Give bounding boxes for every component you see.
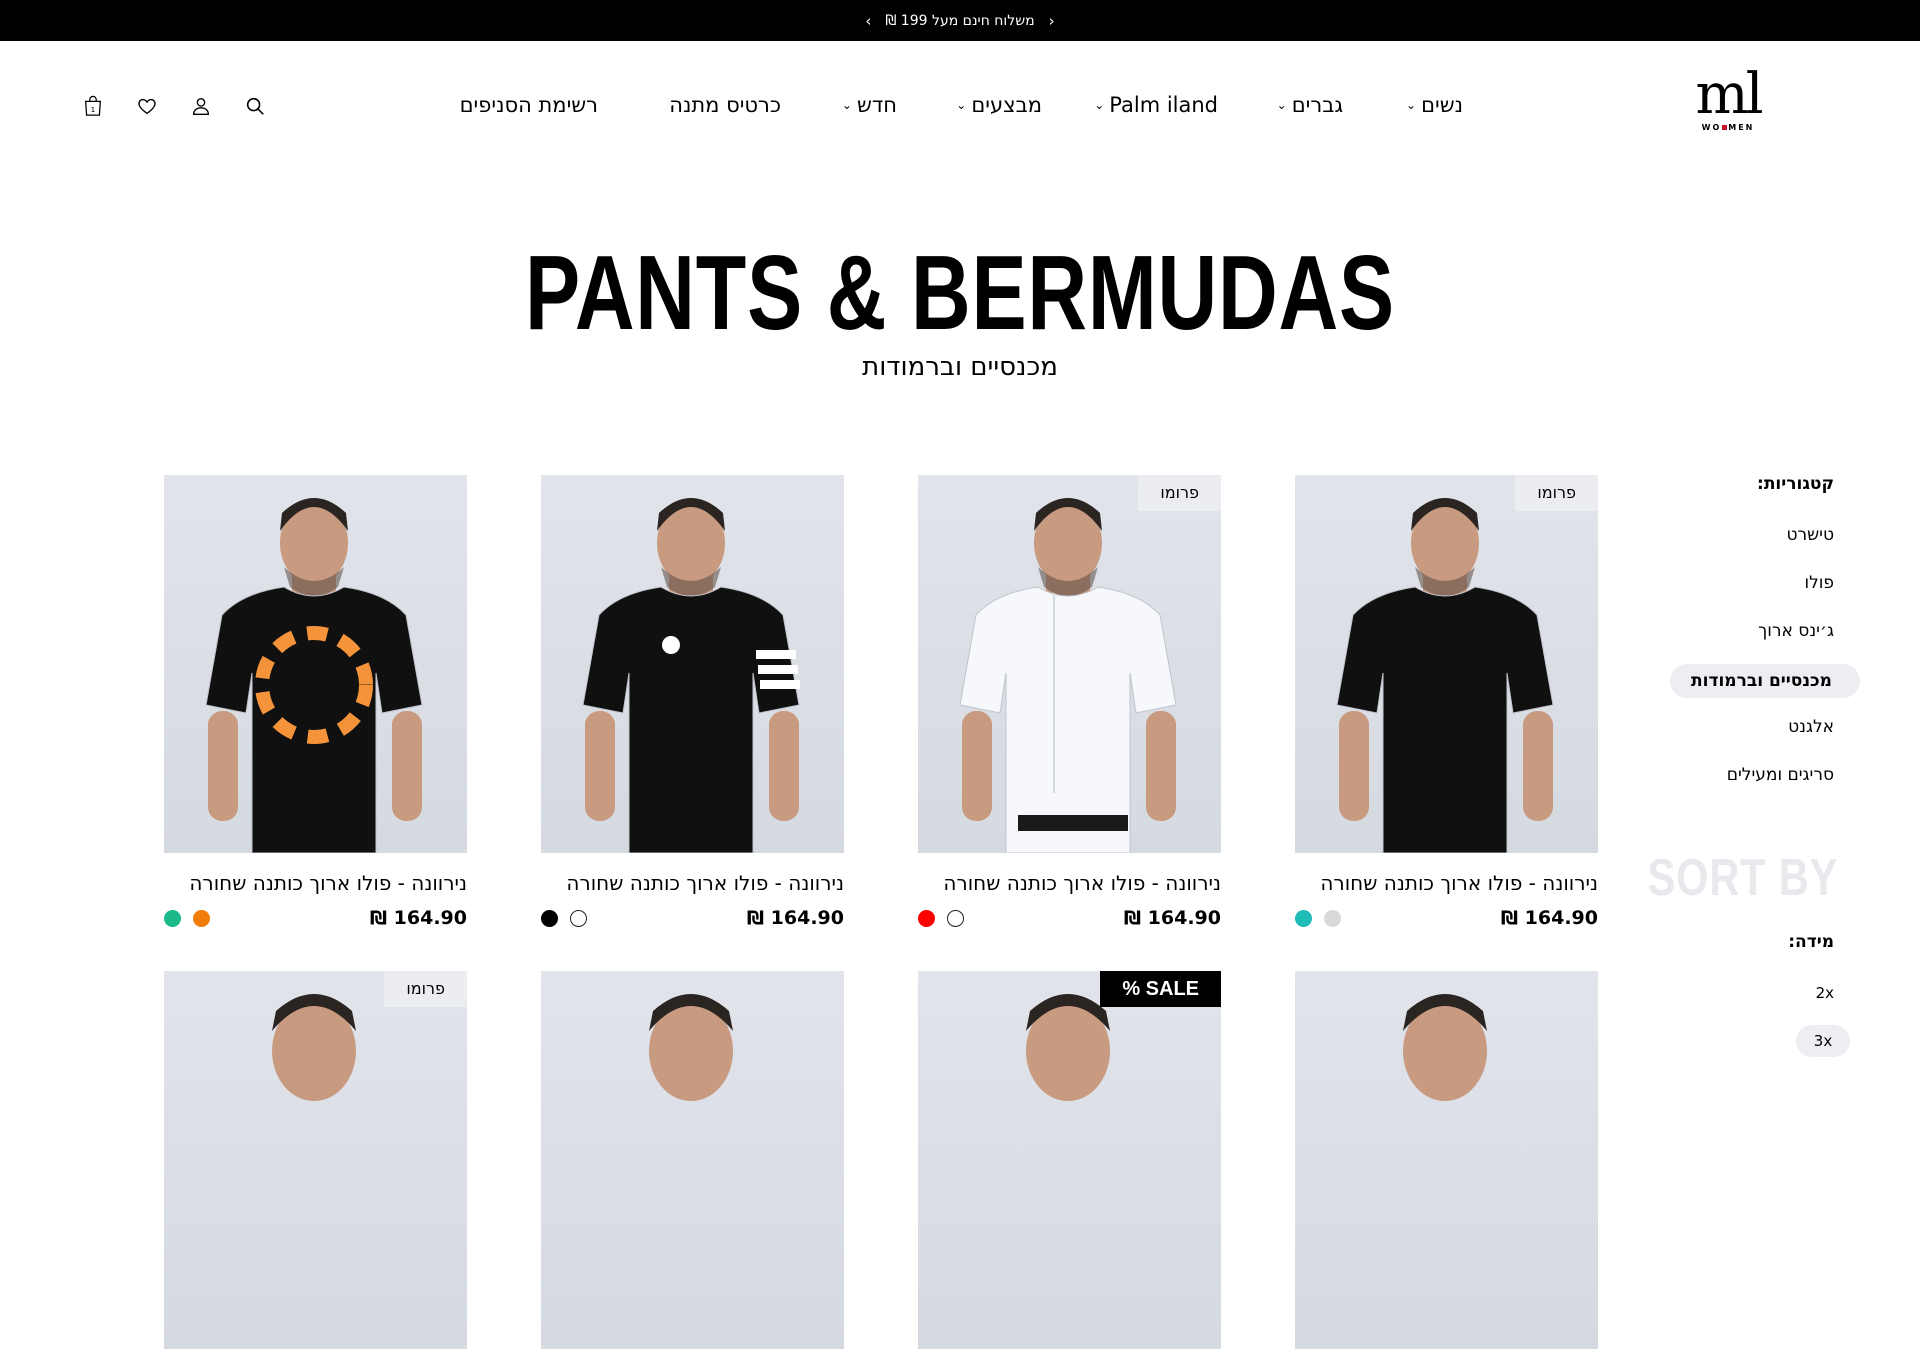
promo-badge: פרומו — [384, 971, 467, 1007]
product-meta: 164.90 ₪ — [541, 907, 844, 931]
product-card[interactable]: נירוונה - פולו ארוך כותנה שחורה 164.90 ₪ — [541, 475, 844, 931]
chevron-down-icon: ⌄ — [956, 98, 967, 112]
user-icon[interactable] — [190, 95, 212, 117]
promo-badge: פרומו — [1515, 475, 1598, 511]
nav-item-palm-iland[interactable]: Palm iland ⌄ — [1094, 93, 1218, 117]
product-name[interactable]: נירוונה - פולו ארוך כותנה שחורה — [918, 871, 1221, 895]
announcement-bar: ‹ משלוח חינם מעל 199 ₪ › — [0, 0, 1920, 41]
nav-label: Palm iland — [1109, 93, 1218, 117]
logo-main: ml — [1695, 62, 1763, 127]
product-meta: 164.90 ₪ — [1295, 907, 1598, 931]
logo[interactable]: ml WO MEN — [1690, 62, 1766, 139]
chevron-down-icon: ⌄ — [1094, 98, 1105, 112]
cart-count: 1 — [91, 105, 96, 114]
product-image[interactable]: פרומו — [918, 475, 1221, 853]
header-icons: 1 — [82, 95, 266, 117]
model-photo — [272, 994, 356, 1101]
product-card[interactable] — [1295, 971, 1598, 1349]
page-title: PANTS & BERMUDAS — [525, 234, 1395, 352]
nav-label: חדש — [856, 93, 897, 117]
product-card[interactable] — [541, 971, 844, 1349]
product-name[interactable]: נירוונה - פולו ארוך כותנה שחורה — [164, 871, 467, 895]
color-swatch[interactable] — [947, 910, 964, 927]
product-card[interactable]: SALE % — [918, 971, 1221, 1349]
announcement-text: משלוח חינם מעל 199 ₪ — [885, 12, 1035, 29]
shopping-bag-icon[interactable]: 1 — [82, 95, 104, 117]
product-price: 164.90 ₪ — [1500, 907, 1598, 929]
nav-label: גברים — [1291, 93, 1343, 117]
nav-item-men[interactable]: גברים ⌄ — [1277, 93, 1343, 117]
product-image[interactable]: SALE % — [918, 971, 1221, 1349]
color-swatch[interactable] — [570, 910, 587, 927]
promo-badge: פרומו — [1138, 475, 1221, 511]
model-photo — [582, 498, 800, 853]
product-image[interactable] — [541, 475, 844, 853]
chevron-down-icon: ⌄ — [1276, 98, 1287, 112]
size-option[interactable]: 2x — [1816, 984, 1834, 1002]
product-card[interactable]: נירוונה - פולו ארוך כותנה שחורה 164.90 ₪ — [164, 475, 467, 931]
product-image[interactable] — [541, 971, 844, 1349]
nav-label: מבצעים — [971, 93, 1042, 117]
model-photo — [1026, 994, 1110, 1101]
nav-label: רשימת הסניפים — [459, 93, 598, 117]
nav-item-women[interactable]: נשים ⌄ — [1406, 93, 1463, 117]
search-icon[interactable] — [244, 95, 266, 117]
color-swatch[interactable] — [918, 910, 935, 927]
product-price: 164.90 ₪ — [746, 907, 844, 929]
nav-label: כרטיס מתנה — [669, 93, 781, 117]
product-image[interactable] — [1295, 971, 1598, 1349]
product-image[interactable]: פרומו — [164, 971, 467, 1349]
color-swatches — [918, 910, 964, 927]
color-swatches — [1295, 910, 1341, 927]
category-item[interactable]: טישרט — [1787, 525, 1835, 545]
product-card[interactable]: פרומו נירוונה - פולו ארוך כותנה שחורה 164.… — [1295, 475, 1598, 931]
product-card[interactable]: פרומו נירוונה - פולו ארוך כותנה שחורה 164.… — [918, 475, 1221, 931]
color-swatches — [164, 910, 210, 927]
chevron-down-icon: ⌄ — [841, 98, 852, 112]
size-heading: מידה: — [1788, 932, 1834, 952]
model-photo — [1336, 498, 1554, 853]
site-header: ml WO MEN נשים ⌄ גברים ⌄ Palm iland ⌄ מבצעים… — [0, 41, 1920, 175]
sale-badge: SALE % — [1100, 971, 1221, 1007]
category-item[interactable]: אלגנט — [1788, 717, 1834, 737]
color-swatch[interactable] — [541, 910, 558, 927]
nav-item-gift-card[interactable]: כרטיס מתנה — [669, 93, 781, 117]
product-price: 164.90 ₪ — [369, 907, 467, 929]
color-swatch[interactable] — [1324, 910, 1341, 927]
color-swatches — [541, 910, 587, 927]
product-card[interactable]: פרומו — [164, 971, 467, 1349]
nav-label: נשים — [1421, 93, 1463, 117]
model-photo — [649, 994, 733, 1101]
sort-by-heading[interactable]: SORT BY — [1647, 848, 1838, 908]
product-name[interactable]: נירוונה - פולו ארוך כותנה שחורה — [541, 871, 844, 895]
product-name[interactable]: נירוונה - פולו ארוך כותנה שחורה — [1295, 871, 1598, 895]
heart-icon[interactable] — [136, 95, 158, 117]
color-swatch[interactable] — [1295, 910, 1312, 927]
size-option-active[interactable]: 3x — [1796, 1025, 1850, 1057]
product-meta: 164.90 ₪ — [918, 907, 1221, 931]
categories-heading: קטגוריות: — [1757, 474, 1834, 494]
product-image[interactable] — [164, 475, 467, 853]
chevron-right-icon[interactable]: › — [1049, 12, 1055, 30]
nav-item-sales[interactable]: מבצעים ⌄ — [956, 93, 1042, 117]
product-price: 164.90 ₪ — [1123, 907, 1221, 929]
nav-item-store-list[interactable]: רשימת הסניפים — [460, 93, 598, 117]
model-photo — [1403, 994, 1487, 1101]
color-swatch[interactable] — [193, 910, 210, 927]
color-swatch[interactable] — [164, 910, 181, 927]
category-item[interactable]: סריגים ומעילים — [1727, 765, 1834, 785]
nav-item-new[interactable]: חדש ⌄ — [842, 93, 897, 117]
product-meta: 164.90 ₪ — [164, 907, 467, 931]
chevron-left-icon[interactable]: ‹ — [865, 12, 871, 30]
category-item[interactable]: פולו — [1804, 573, 1834, 593]
product-image[interactable]: פרומו — [1295, 475, 1598, 853]
model-photo — [959, 498, 1177, 853]
chevron-down-icon: ⌄ — [1406, 98, 1417, 112]
model-photo — [205, 498, 423, 853]
page-subtitle: מכנסיים וברמודות — [862, 352, 1058, 382]
category-item-active[interactable]: מכנסיים וברמודות — [1670, 664, 1860, 698]
category-item[interactable]: ג׳ינס ארוך — [1758, 621, 1834, 641]
